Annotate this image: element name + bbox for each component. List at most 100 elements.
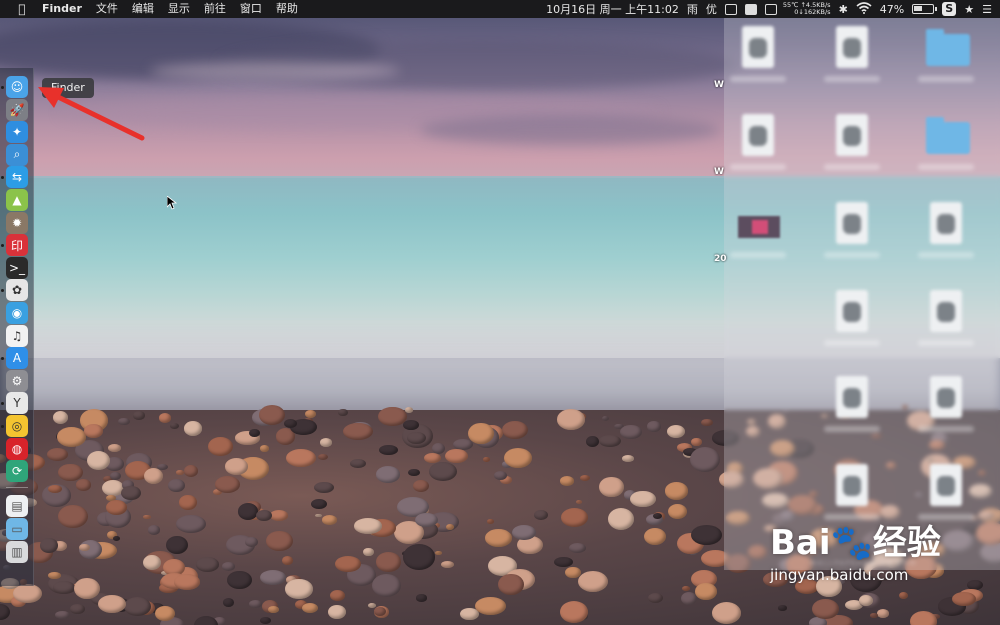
battery-icon[interactable] [912,4,938,14]
menu-edit[interactable]: 编辑 [125,0,161,18]
dock-item-photo-app[interactable]: ✿ [6,279,28,302]
pebble [579,475,590,482]
desktop-file[interactable] [824,464,880,520]
disc-icon: ✹ [11,215,23,230]
desktop-file[interactable] [918,290,974,346]
pebble [599,434,621,447]
desktop-image-file[interactable] [730,202,786,258]
dock-item-terminal[interactable]: >_ [6,256,28,279]
pebble [249,600,262,609]
document-icon [742,114,774,156]
menu-view[interactable]: 显示 [161,0,197,18]
pebble [222,598,234,608]
menu-go[interactable]: 前往 [197,0,233,18]
desktop-file[interactable] [824,26,880,82]
running-indicator [1,402,4,406]
pebble [876,608,889,618]
document-icon: ▤ [11,498,23,513]
dock-item-trash[interactable]: ▥ [6,540,28,563]
pebble [221,562,235,572]
pebble [317,454,329,461]
system-monitor[interactable]: 55℃ ↑4.5KB/s 0↓162KB/s [783,1,831,17]
dock-item-safari[interactable]: ✦ [6,121,28,144]
pebble [166,535,189,554]
menu-app-name[interactable]: Finder [32,0,89,18]
dock-item-migration[interactable]: ⇆ [6,166,28,189]
dock-item-yandex[interactable]: Y [6,392,28,415]
sync-icon: ⟳ [11,464,23,479]
pebble [424,453,441,463]
pebble [407,431,426,444]
desktop-file[interactable] [730,26,786,82]
wifi-icon[interactable] [856,1,872,17]
desktop-file[interactable] [824,290,880,346]
dock-item-documents[interactable]: ▤ [6,494,28,517]
dock-item-launchpad[interactable]: 🚀 [6,98,28,121]
dock-item-red-app[interactable]: 印 [6,234,28,257]
dock-item-preview[interactable]: ⌕ [6,143,28,166]
siri-icon: ◉ [11,306,23,320]
pebble [647,592,663,604]
dock-item-app-store[interactable]: A [6,347,28,370]
bluetooth-icon[interactable]: ✱ [839,3,848,16]
dock-item-finder[interactable]: ☺ [6,76,28,98]
clock[interactable]: 10月16日 周一 上午11:02 [546,1,679,17]
baidu-watermark: Bai🐾经验 jingyan.baidu.com [770,515,980,605]
dock-item-sync-app[interactable]: ⟳ [6,460,28,483]
pebble [40,538,58,554]
pebble [373,606,387,616]
dock-item-downloads[interactable]: ▭ [6,517,28,540]
dock-item-siri[interactable]: ◉ [6,302,28,324]
document-icon [930,464,962,506]
pebble [446,523,454,530]
star-icon[interactable]: ★ [964,3,974,16]
desktop-file[interactable] [824,376,880,432]
desktop-file[interactable] [730,114,786,170]
running-indicator [1,425,4,428]
document-icon [742,26,774,68]
running-indicator [1,289,4,293]
pebble [689,447,720,473]
folder-icon: ▭ [11,521,23,536]
pebble [556,409,586,431]
desktop-file[interactable] [824,114,880,170]
menu-bar:  Finder 文件 编辑 显示 前往 窗口 帮助 10月16日 周一 上午1… [0,0,1000,18]
desktop-file[interactable] [918,202,974,258]
s-app-icon[interactable]: S [942,2,957,16]
status-extra-label[interactable]: 优 [706,1,717,17]
screen-icon[interactable] [744,3,757,15]
desktop-folder[interactable] [918,26,974,82]
pebble [158,413,171,423]
pebble [183,420,203,436]
dock-item-system-preferences[interactable]: ⚙ [6,369,28,392]
dock-item-android-file-transfer[interactable]: ▲ [6,189,28,211]
pebble [183,465,199,477]
window-layout-icon[interactable] [724,3,737,15]
menu-file[interactable]: 文件 [89,0,125,18]
apple-menu-icon[interactable]:  [12,2,32,16]
dock-item-netease-music[interactable]: ◍ [6,437,28,460]
display-icon[interactable] [764,3,777,15]
dock-item-chrome[interactable]: ◎ [6,415,28,437]
menu-list-icon[interactable]: ☰ [982,3,992,16]
pebble [429,461,458,481]
dock-item-system-tool[interactable]: ✹ [6,211,28,234]
android-icon: ▲ [12,193,22,207]
pebble [208,436,234,457]
compass-icon: ✦ [11,125,23,140]
desktop-file[interactable] [918,376,974,432]
pebble [176,514,207,533]
desktop-file[interactable] [918,464,974,520]
pebble [342,422,374,441]
music-icon: ♫ [11,328,23,343]
pebble [575,499,582,504]
desktop-folder[interactable] [918,114,974,170]
battery-percent[interactable]: 47% [880,3,904,16]
pebble [47,448,69,461]
desktop-file[interactable] [824,202,880,258]
weather-status[interactable]: 雨 [687,1,698,17]
menu-help[interactable]: 帮助 [269,0,305,18]
dock-item-itunes[interactable]: ♫ [6,324,28,347]
menu-window[interactable]: 窗口 [233,0,269,18]
magnifier-icon: ⌕ [13,147,21,162]
